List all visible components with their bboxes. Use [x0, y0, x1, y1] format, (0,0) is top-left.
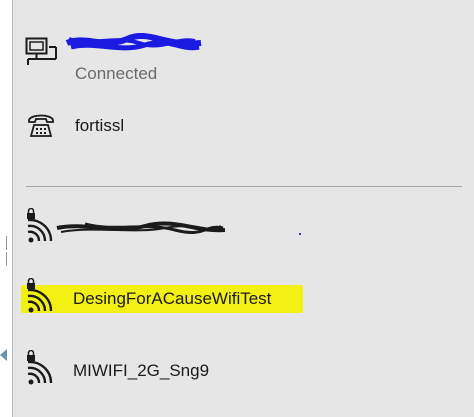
- background-edge-mark: [0, 252, 7, 266]
- background-edge-mark: [0, 236, 7, 250]
- section-divider: [26, 186, 462, 187]
- background-scroll-arrow-icon[interactable]: [0, 349, 7, 361]
- vpn-item[interactable]: fortissl: [13, 100, 474, 156]
- wifi-network-item[interactable]: MIWIFI_2G_Sng9: [13, 342, 474, 402]
- network-flyout: Connected fortissl DesingForACauseWifiTe…: [12, 0, 474, 417]
- wifi-network-item[interactable]: [13, 200, 474, 260]
- dialup-phone-icon: [28, 114, 54, 137]
- ethernet-icon: [25, 37, 57, 65]
- connection-status: Connected: [75, 64, 158, 83]
- connected-network-item[interactable]: Connected: [13, 20, 474, 90]
- stray-mark: [299, 233, 301, 235]
- redacted-network-name: [56, 221, 226, 234]
- vpn-label: fortissl: [75, 116, 125, 135]
- wifi-secured-icon: [27, 208, 53, 243]
- wifi-network-item[interactable]: DesingForACauseWifiTest: [13, 270, 474, 330]
- wifi-secured-icon: [27, 350, 53, 385]
- background-window-edge: [0, 0, 12, 417]
- redacted-network-name: [65, 33, 202, 51]
- wifi-network-name: DesingForACauseWifiTest: [73, 289, 272, 308]
- wifi-network-name: MIWIFI_2G_Sng9: [73, 361, 210, 380]
- wifi-secured-icon: [27, 278, 53, 313]
